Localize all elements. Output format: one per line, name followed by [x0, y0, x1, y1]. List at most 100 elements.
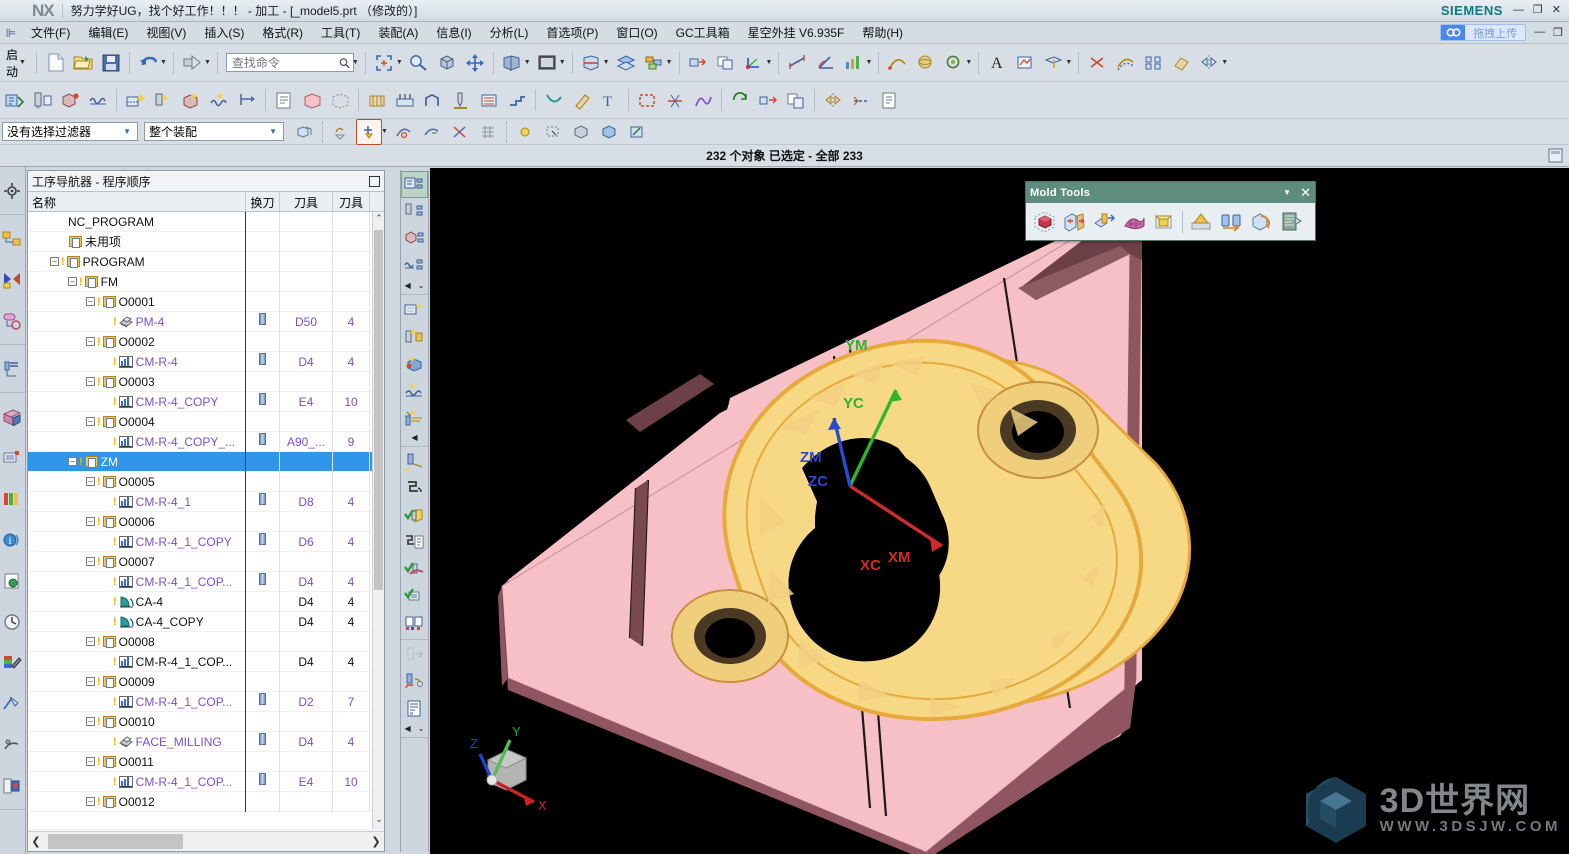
text-icon[interactable]: A: [984, 50, 1010, 76]
tree-expander[interactable]: –: [86, 517, 95, 526]
mold-wizard-icon[interactable]: [1276, 207, 1306, 237]
cell-name[interactable]: ! CM-R-4_1_COP...: [28, 571, 246, 592]
generate-icon[interactable]: [401, 448, 428, 475]
table-row[interactable]: –! O0010: [28, 711, 384, 732]
cell-name[interactable]: –! O0005: [28, 471, 246, 492]
scroll-up-button[interactable]: ⌃: [374, 213, 384, 227]
arc-icon[interactable]: [884, 50, 910, 76]
analysis-icon[interactable]: [840, 50, 866, 76]
tree-expander[interactable]: –: [86, 637, 95, 646]
thread-icon[interactable]: [940, 50, 966, 76]
sew-icon[interactable]: [848, 87, 874, 113]
menu-item-format[interactable]: 格式(R): [253, 22, 312, 43]
create-method-icon[interactable]: [85, 87, 111, 113]
machine-simulate-icon[interactable]: [401, 583, 428, 610]
hd3d-tools-icon[interactable]: [0, 478, 24, 519]
view-group-chevrons[interactable]: ◀ ⌄: [401, 279, 428, 292]
cell-name[interactable]: ! CA-4: [28, 591, 246, 612]
cell-name[interactable]: –! O0009: [28, 671, 246, 692]
cavity-mill-icon[interactable]: [364, 87, 390, 113]
shop-doc-icon[interactable]: [271, 87, 297, 113]
fit-window-icon[interactable]: [371, 50, 397, 76]
create-method-icon[interactable]: [401, 377, 428, 404]
sketch-icon[interactable]: [1012, 50, 1038, 76]
menu-item-view[interactable]: 视图(V): [137, 22, 195, 43]
restore-button[interactable]: ❐: [1533, 5, 1543, 16]
table-row[interactable]: –! O0011: [28, 751, 384, 772]
cell-name[interactable]: ! CM-R-4_1_COP...: [28, 771, 246, 792]
save-icon[interactable]: [98, 50, 124, 76]
chevron-down-icon[interactable]: ▼: [265, 127, 281, 136]
stop-at-intersection-icon[interactable]: [447, 119, 473, 145]
table-row[interactable]: –! O0007: [28, 551, 384, 572]
table-row[interactable]: –! PROGRAM: [28, 251, 384, 272]
geometry-copy-icon[interactable]: [713, 50, 739, 76]
tree-expander[interactable]: –: [86, 297, 95, 306]
redo-arrow-icon[interactable]: [179, 50, 205, 76]
section-dropdown-icon[interactable]: ▼: [603, 59, 610, 66]
table-row[interactable]: –! O0009: [28, 671, 384, 692]
menu-item-file[interactable]: 文件(F): [22, 22, 79, 43]
roughing-library-icon[interactable]: [0, 396, 24, 437]
flowcut-icon[interactable]: [541, 87, 567, 113]
trim-icon[interactable]: [1084, 50, 1110, 76]
table-row[interactable]: –! O0002: [28, 331, 384, 352]
web-browser-icon[interactable]: [0, 560, 24, 601]
cell-name[interactable]: –! O0012: [28, 791, 246, 812]
background-dropdown-icon[interactable]: ▼: [559, 59, 566, 66]
cell-name[interactable]: ! CM-R-4: [28, 351, 246, 372]
copy-paste-icon[interactable]: [783, 87, 809, 113]
start-menu-button[interactable]: 启动 ▼: [1, 48, 31, 79]
extract-icon[interactable]: [1168, 50, 1194, 76]
column-header-name[interactable]: 名称: [28, 192, 246, 211]
table-row[interactable]: ! CM-R-4_1_COP... D4 4: [28, 571, 384, 592]
role-advanced-icon[interactable]: [0, 724, 24, 765]
geometry-view-icon[interactable]: [401, 225, 428, 252]
table-row[interactable]: ! FACE_MILLING D4 4: [28, 731, 384, 752]
column-header-tool[interactable]: 刀具: [280, 192, 333, 211]
cell-name[interactable]: –! ZM: [28, 451, 246, 472]
cell-name[interactable]: ! CM-R-4_1_COP...: [28, 691, 246, 712]
program-order-view-icon[interactable]: [401, 171, 428, 198]
table-row[interactable]: ! CM-R-4_1_COPY D6 4: [28, 531, 384, 552]
transfer-icon[interactable]: [401, 641, 428, 668]
operation-tree[interactable]: NC_PROGRAM 未用项 –! PROGRAM –! FM –! O0001! PM-4 D5…: [28, 212, 384, 829]
output-group-chevrons[interactable]: ◀ ⌄: [401, 722, 428, 735]
table-row[interactable]: ! CM-R-4_COPY_... A90_... 9: [28, 431, 384, 452]
undo-dropdown-icon[interactable]: ▼: [160, 59, 167, 66]
planar-mill-icon[interactable]: [476, 87, 502, 113]
blank-icon[interactable]: [327, 87, 353, 113]
table-row[interactable]: –! O0004: [28, 411, 384, 432]
pattern-icon[interactable]: [1140, 50, 1166, 76]
engineering-process-icon[interactable]: [0, 437, 24, 478]
cell-name[interactable]: –! O0007: [28, 551, 246, 572]
table-row[interactable]: –! O0001: [28, 291, 384, 312]
quick-pick-icon[interactable]: [540, 119, 566, 145]
close-icon[interactable]: ✕: [1300, 186, 1311, 199]
tree-expander[interactable]: –: [68, 457, 77, 466]
sphere-icon[interactable]: [912, 50, 938, 76]
rotate-cube-icon[interactable]: [434, 50, 460, 76]
menu-grip-icon[interactable]: ⊫: [0, 26, 22, 40]
table-row[interactable]: ! CA-4_COPY D4 4: [28, 611, 384, 632]
table-row[interactable]: ! CM-R-4_COPY E4 10: [28, 391, 384, 412]
table-row[interactable]: –! FM: [28, 271, 384, 292]
tree-expander[interactable]: –: [86, 677, 95, 686]
transform-icon[interactable]: [755, 87, 781, 113]
menu-item-preferences[interactable]: 首选项(P): [537, 22, 607, 43]
create-box-icon[interactable]: [1029, 207, 1059, 237]
cell-name[interactable]: ! CM-R-4_1_COPY: [28, 531, 246, 552]
menu-item-assemblies[interactable]: 装配(A): [369, 22, 427, 43]
replace-solid-icon[interactable]: [1216, 207, 1246, 237]
cell-name[interactable]: ! FACE_MILLING: [28, 731, 246, 752]
window-tile-icon[interactable]: [1548, 148, 1563, 166]
menu-item-window[interactable]: 窗口(O): [607, 22, 666, 43]
cell-name[interactable]: –! O0002: [28, 331, 246, 352]
tree-expander[interactable]: –: [50, 257, 59, 266]
generate-toolpath-icon[interactable]: [150, 87, 176, 113]
confirm-icon[interactable]: [401, 556, 428, 583]
chevron-down-icon[interactable]: ▼: [19, 59, 26, 66]
hscroll-thumb[interactable]: [48, 833, 183, 849]
menu-item-edit[interactable]: 编辑(E): [79, 22, 137, 43]
manufacturing-wizard-icon[interactable]: [0, 683, 24, 724]
